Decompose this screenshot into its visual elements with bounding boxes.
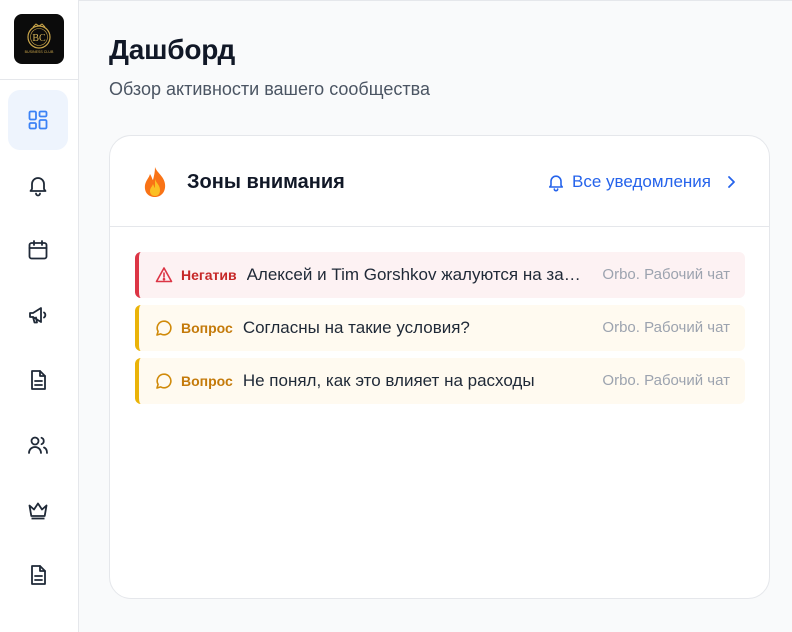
nav-premium[interactable] xyxy=(8,480,68,540)
sidebar: BC BUSINESS CLUB xyxy=(0,0,79,632)
alert-source: Orbo. Рабочий чат xyxy=(602,319,730,336)
page-subtitle: Обзор активности вашего сообщества xyxy=(109,79,430,99)
club-logo-emblem: BC BUSINESS CLUB xyxy=(25,23,54,54)
fire-icon xyxy=(144,167,166,197)
alert-tag: Вопрос xyxy=(181,373,233,389)
document-icon xyxy=(31,370,46,390)
chevron-right-icon xyxy=(728,176,735,188)
alert-item[interactable]: Вопрос Не понял, как это влияет на расхо… xyxy=(135,358,745,404)
dashboard-icon xyxy=(28,110,48,130)
nav-calendar[interactable] xyxy=(8,220,68,280)
page-title: Дашборд xyxy=(109,34,236,65)
top-border xyxy=(79,0,792,1)
club-logo[interactable]: BC BUSINESS CLUB xyxy=(14,14,64,64)
alert-item[interactable]: Вопрос Согласны на такие условия? Orbo. … xyxy=(135,305,745,351)
svg-text:BUSINESS CLUB: BUSINESS CLUB xyxy=(25,50,54,54)
nav-documents[interactable] xyxy=(8,350,68,410)
nav-members[interactable] xyxy=(8,415,68,475)
alerts-list: Негатив Алексей и Tim Gorshkov жалуются … xyxy=(135,252,745,411)
crown-icon xyxy=(28,502,48,520)
card-title: Зоны внимания xyxy=(187,171,345,193)
alert-text: Согласны на такие условия? xyxy=(242,318,470,337)
nav-reports[interactable] xyxy=(8,545,68,605)
svg-text:BC: BC xyxy=(32,33,46,44)
calendar-icon xyxy=(28,240,48,260)
app: BC BUSINESS CLUB Дашборд Обзор активност… xyxy=(0,0,792,632)
warning-triangle-icon xyxy=(155,267,173,283)
nav-dashboard[interactable] xyxy=(8,90,68,150)
alert-item[interactable]: Негатив Алексей и Tim Gorshkov жалуются … xyxy=(135,252,745,298)
alert-tag: Негатив xyxy=(181,267,237,283)
document-icon xyxy=(31,565,46,585)
nav-notifications[interactable] xyxy=(8,155,68,215)
bell-icon xyxy=(29,177,47,197)
main-content: Дашборд Обзор активности вашего сообщест… xyxy=(79,0,792,632)
megaphone-icon xyxy=(29,307,47,324)
alert-tag: Вопрос xyxy=(181,320,233,336)
nav-announcements[interactable] xyxy=(8,285,68,345)
attention-zones-card: Зоны внимания Все уведомления Негатив Ал… xyxy=(109,135,770,599)
users-icon xyxy=(28,436,48,454)
sidebar-divider xyxy=(0,79,78,80)
alert-text: Алексей и Tim Gorshkov жалуются на задер… xyxy=(246,265,583,284)
alert-source: Orbo. Рабочий чат xyxy=(602,372,730,389)
chat-bubble-icon xyxy=(156,320,172,336)
all-notifications-link[interactable]: Все уведомления xyxy=(546,172,739,192)
card-header: Зоны внимания Все уведомления xyxy=(110,136,769,227)
bell-icon xyxy=(548,175,564,192)
alert-source: Orbo. Рабочий чат xyxy=(602,266,730,283)
chat-bubble-icon xyxy=(156,373,172,389)
alert-text: Не понял, как это влияет на расходы xyxy=(242,371,535,390)
all-notifications-label: Все уведомления xyxy=(572,172,711,191)
